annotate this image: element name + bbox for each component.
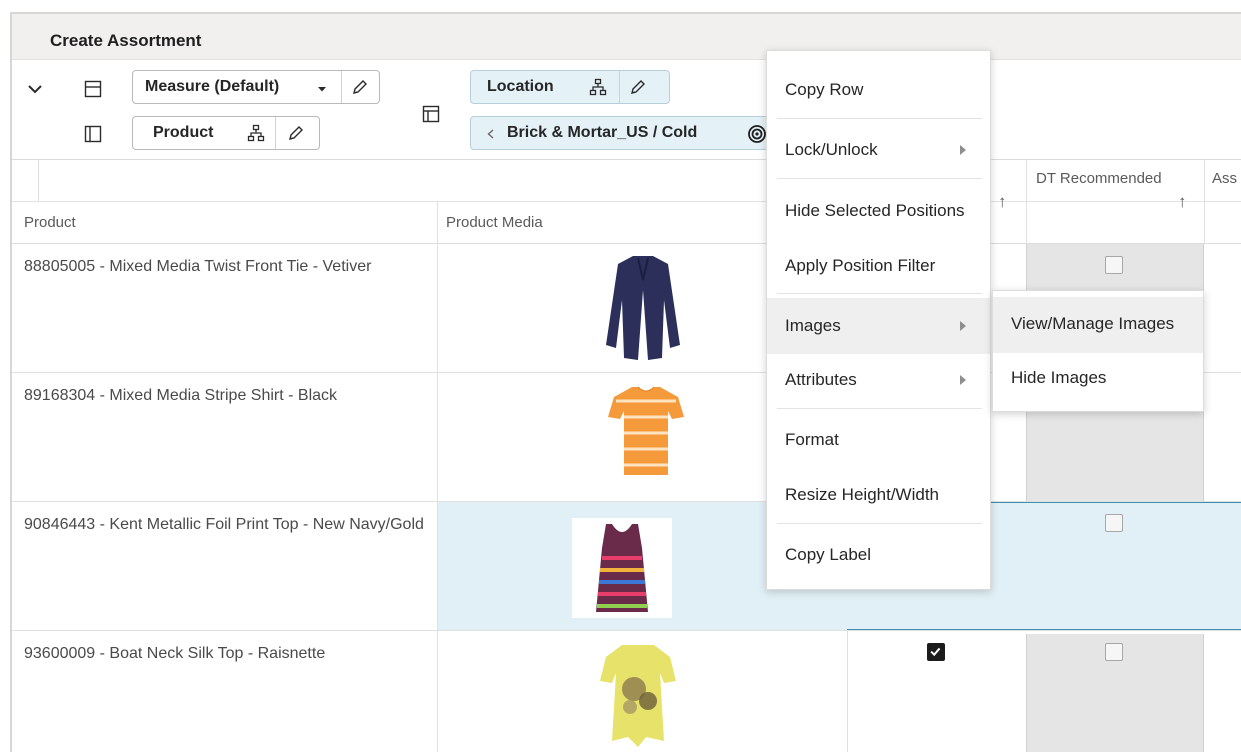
rows-layout-icon[interactable]: [84, 80, 102, 98]
table-row[interactable]: 93600009 - Boat Neck Silk Top - Raisnett…: [12, 631, 1241, 752]
sort-ascending-icon[interactable]: ↑: [998, 192, 1007, 212]
sort-ascending-icon[interactable]: ↑: [1178, 192, 1187, 212]
menu-item-resize-height-width[interactable]: Resize Height/Width: [767, 470, 990, 520]
column-header-assortment-partial[interactable]: Ass: [1212, 170, 1237, 187]
location-page-selector[interactable]: Brick & Mortar_US / Cold: [470, 116, 790, 150]
measure-dropdown[interactable]: Measure (Default): [132, 70, 380, 104]
dt-recommended-checkbox[interactable]: [1105, 643, 1123, 661]
title-bar: Create Assortment: [12, 14, 1241, 60]
pivot-layout-icon[interactable]: [422, 105, 440, 123]
grid-header-columns: Product Product Media: [12, 202, 1241, 244]
product-media-cell: [437, 631, 847, 752]
menu-item-attributes[interactable]: Attributes: [767, 355, 990, 405]
silk-top-product-image: [600, 645, 676, 747]
menu-item-copy-label[interactable]: Copy Label: [767, 530, 990, 580]
dt-recommended-checkbox[interactable]: [1105, 514, 1123, 532]
edit-location-pencil-icon[interactable]: [629, 78, 647, 96]
page-title: Create Assortment: [50, 31, 202, 50]
menu-item-lock-unlock[interactable]: Lock/Unlock: [767, 125, 990, 175]
product-label: Product: [153, 124, 214, 141]
column-header-dt-recommended[interactable]: DT Recommended: [1036, 170, 1162, 187]
edit-measure-pencil-icon[interactable]: [351, 78, 369, 96]
product-name-cell: 93600009 - Boat Neck Silk Top - Raisnett…: [24, 645, 326, 662]
images-submenu: View/Manage Images Hide Images: [992, 290, 1204, 412]
check-icon: [930, 647, 941, 657]
location-value: Brick & Mortar_US / Cold: [507, 124, 698, 141]
menu-item-images[interactable]: Images: [767, 298, 990, 354]
chevron-left-icon[interactable]: [485, 128, 497, 140]
hierarchy-icon[interactable]: [589, 78, 607, 96]
target-icon[interactable]: [747, 124, 767, 144]
hierarchy-icon[interactable]: [247, 124, 265, 142]
location-dimension-box[interactable]: Location: [470, 70, 670, 104]
cardigan-product-image: [606, 256, 680, 360]
chevron-down-icon[interactable]: [26, 80, 44, 98]
product-name-cell: 88805005 - Mixed Media Twist Front Tie -…: [24, 258, 372, 275]
menu-item-copy-row[interactable]: Copy Row: [767, 65, 990, 115]
edit-product-pencil-icon[interactable]: [287, 124, 305, 142]
tank-top-product-image: [596, 524, 648, 612]
menu-item-hide-selected-positions[interactable]: Hide Selected Positions: [767, 186, 990, 236]
product-name-cell: 89168304 - Mixed Media Stripe Shirt - Bl…: [24, 387, 338, 404]
column-header-product-media[interactable]: Product Media: [446, 214, 543, 231]
caret-down-icon: [318, 87, 326, 92]
location-label: Location: [487, 78, 554, 95]
submenu-arrow-icon: [960, 321, 966, 331]
menu-item-view-manage-images[interactable]: View/Manage Images: [993, 297, 1203, 353]
columns-layout-icon[interactable]: [84, 125, 102, 143]
product-name-cell: 90846443 - Kent Metallic Foil Print Top …: [24, 516, 424, 533]
menu-item-hide-images[interactable]: Hide Images: [993, 351, 1203, 407]
product-dimension-box[interactable]: Product: [132, 116, 320, 150]
view-toolbar: Measure (Default) Product Location Brick…: [12, 60, 1241, 160]
submenu-arrow-icon: [960, 375, 966, 385]
dt-recommended-checkbox[interactable]: [1105, 256, 1123, 274]
submenu-arrow-icon: [960, 145, 966, 155]
assortment-checkbox-checked[interactable]: [927, 643, 945, 661]
product-image-frame: [572, 518, 672, 618]
striped-shirt-product-image: [608, 386, 684, 475]
context-menu: Copy Row Lock/Unlock Hide Selected Posit…: [766, 50, 991, 590]
menu-item-apply-position-filter[interactable]: Apply Position Filter: [767, 241, 990, 291]
table-row-selected[interactable]: 90846443 - Kent Metallic Foil Print Top …: [12, 502, 1241, 631]
menu-item-format[interactable]: Format: [767, 415, 990, 465]
measure-label: Measure (Default): [145, 78, 280, 95]
column-header-product[interactable]: Product: [24, 214, 76, 231]
